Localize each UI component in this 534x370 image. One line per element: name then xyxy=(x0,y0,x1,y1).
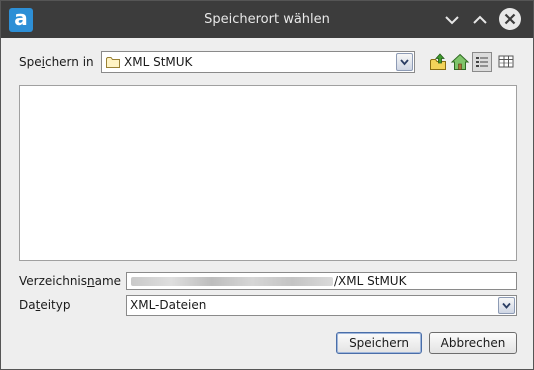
list-view-button[interactable] xyxy=(472,52,492,72)
up-folder-icon xyxy=(430,53,446,70)
folder-list[interactable] xyxy=(19,85,517,261)
minimize-button[interactable] xyxy=(439,7,465,33)
look-in-label-part: chern in xyxy=(44,55,94,69)
folder-name-label-mnemonic: n xyxy=(87,274,95,288)
redacted-path xyxy=(131,277,333,286)
look-in-combo[interactable]: XML StMUK xyxy=(101,51,415,73)
file-type-label-part: eityp xyxy=(40,298,71,312)
details-view-button[interactable] xyxy=(496,52,516,72)
close-button[interactable] xyxy=(497,7,523,33)
look-in-dropdown-button[interactable] xyxy=(396,53,413,71)
chevron-down-icon xyxy=(445,16,459,25)
home-icon xyxy=(450,53,470,70)
maximize-button[interactable] xyxy=(467,7,493,33)
file-type-label-part: Da xyxy=(19,298,36,312)
look-in-label: Speichern in xyxy=(19,55,94,69)
cancel-button[interactable]: Abbrechen xyxy=(429,332,517,354)
up-one-level-button[interactable] xyxy=(428,52,448,72)
folder-name-value: /XML StMUK xyxy=(334,274,407,288)
close-icon xyxy=(504,13,516,25)
folder-name-label: Verzeichnisname xyxy=(19,274,121,288)
home-button[interactable] xyxy=(450,52,470,72)
folder-name-label-part: ame xyxy=(94,274,122,288)
title-bar[interactable]: a Speicherort wählen xyxy=(1,1,533,38)
file-type-value: XML-Dateien xyxy=(130,298,207,312)
look-in-value: XML StMUK xyxy=(124,55,193,69)
chevron-down-icon xyxy=(502,302,511,309)
chevron-up-icon xyxy=(473,15,487,24)
folder-name-field[interactable]: /XML StMUK xyxy=(126,272,517,290)
file-type-dropdown-button[interactable] xyxy=(498,297,515,314)
chevron-down-icon xyxy=(400,59,409,66)
file-type-label: Dateityp xyxy=(19,298,70,312)
file-type-combo[interactable]: XML-Dateien xyxy=(126,295,517,316)
look-in-label-part: Spe xyxy=(19,55,42,69)
save-button[interactable]: Speichern xyxy=(336,332,422,354)
list-view-icon xyxy=(476,57,488,67)
details-view-icon xyxy=(498,55,514,68)
folder-name-label-part: Verzeichnis xyxy=(19,274,88,288)
save-location-dialog: a Speicherort wählen Speichern in XML St… xyxy=(0,0,534,370)
folder-icon xyxy=(106,57,120,68)
